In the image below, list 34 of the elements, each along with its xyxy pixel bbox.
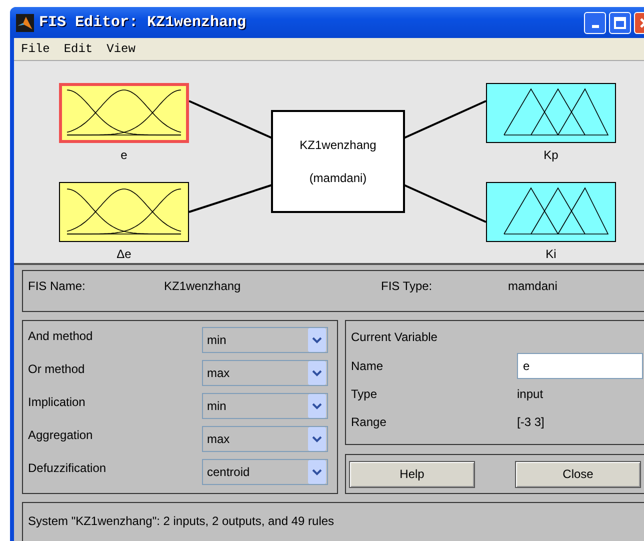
variable-label: Δe (116, 247, 132, 261)
menu-item[interactable]: File (21, 42, 50, 56)
system-name: KZ1wenzhang (300, 138, 376, 152)
method-dropdown[interactable]: centroid (202, 459, 328, 485)
variable-label: Ki (546, 247, 556, 261)
variable-label: e (120, 148, 128, 162)
status-text: System "KZ1wenzhang": 2 inputs, 2 outputs, and 49 rules (28, 514, 334, 528)
panel-title: Current Variable (351, 330, 438, 344)
method-label: Implication (28, 394, 86, 411)
name-input-field[interactable]: e (517, 352, 643, 378)
menu-item[interactable]: Edit (64, 42, 93, 56)
method-label: Or method (28, 361, 86, 378)
close-dialog-button[interactable]: Close (515, 460, 641, 488)
variable-label: Kp (544, 148, 558, 162)
fis-name-label: FIS Name: (28, 279, 86, 293)
field-value: input (517, 387, 544, 401)
field-value: [-3 3] (517, 415, 546, 429)
fis-type-label: FIS Type: (381, 279, 434, 293)
method-label: Defuzzification (28, 460, 108, 477)
fis-type-value: mamdani (508, 279, 558, 293)
field-label: Type (351, 387, 378, 401)
field-label: Name (351, 358, 384, 372)
method-label: Aggregation (28, 427, 94, 444)
field-label: Range (351, 415, 388, 429)
help-button[interactable]: Help (349, 460, 475, 488)
method-dropdown[interactable]: min (202, 327, 328, 353)
window-title: FIS Editor: KZ1wenzhang (39, 14, 246, 31)
method-dropdown[interactable]: max (202, 426, 328, 452)
fis-name-value: KZ1wenzhang (164, 279, 242, 293)
method-dropdown[interactable]: min (202, 393, 328, 419)
method-label: And method (28, 328, 94, 345)
system-type: (mamdani) (309, 171, 367, 185)
menu-item[interactable]: View (106, 42, 136, 56)
method-dropdown[interactable]: max (202, 360, 328, 386)
